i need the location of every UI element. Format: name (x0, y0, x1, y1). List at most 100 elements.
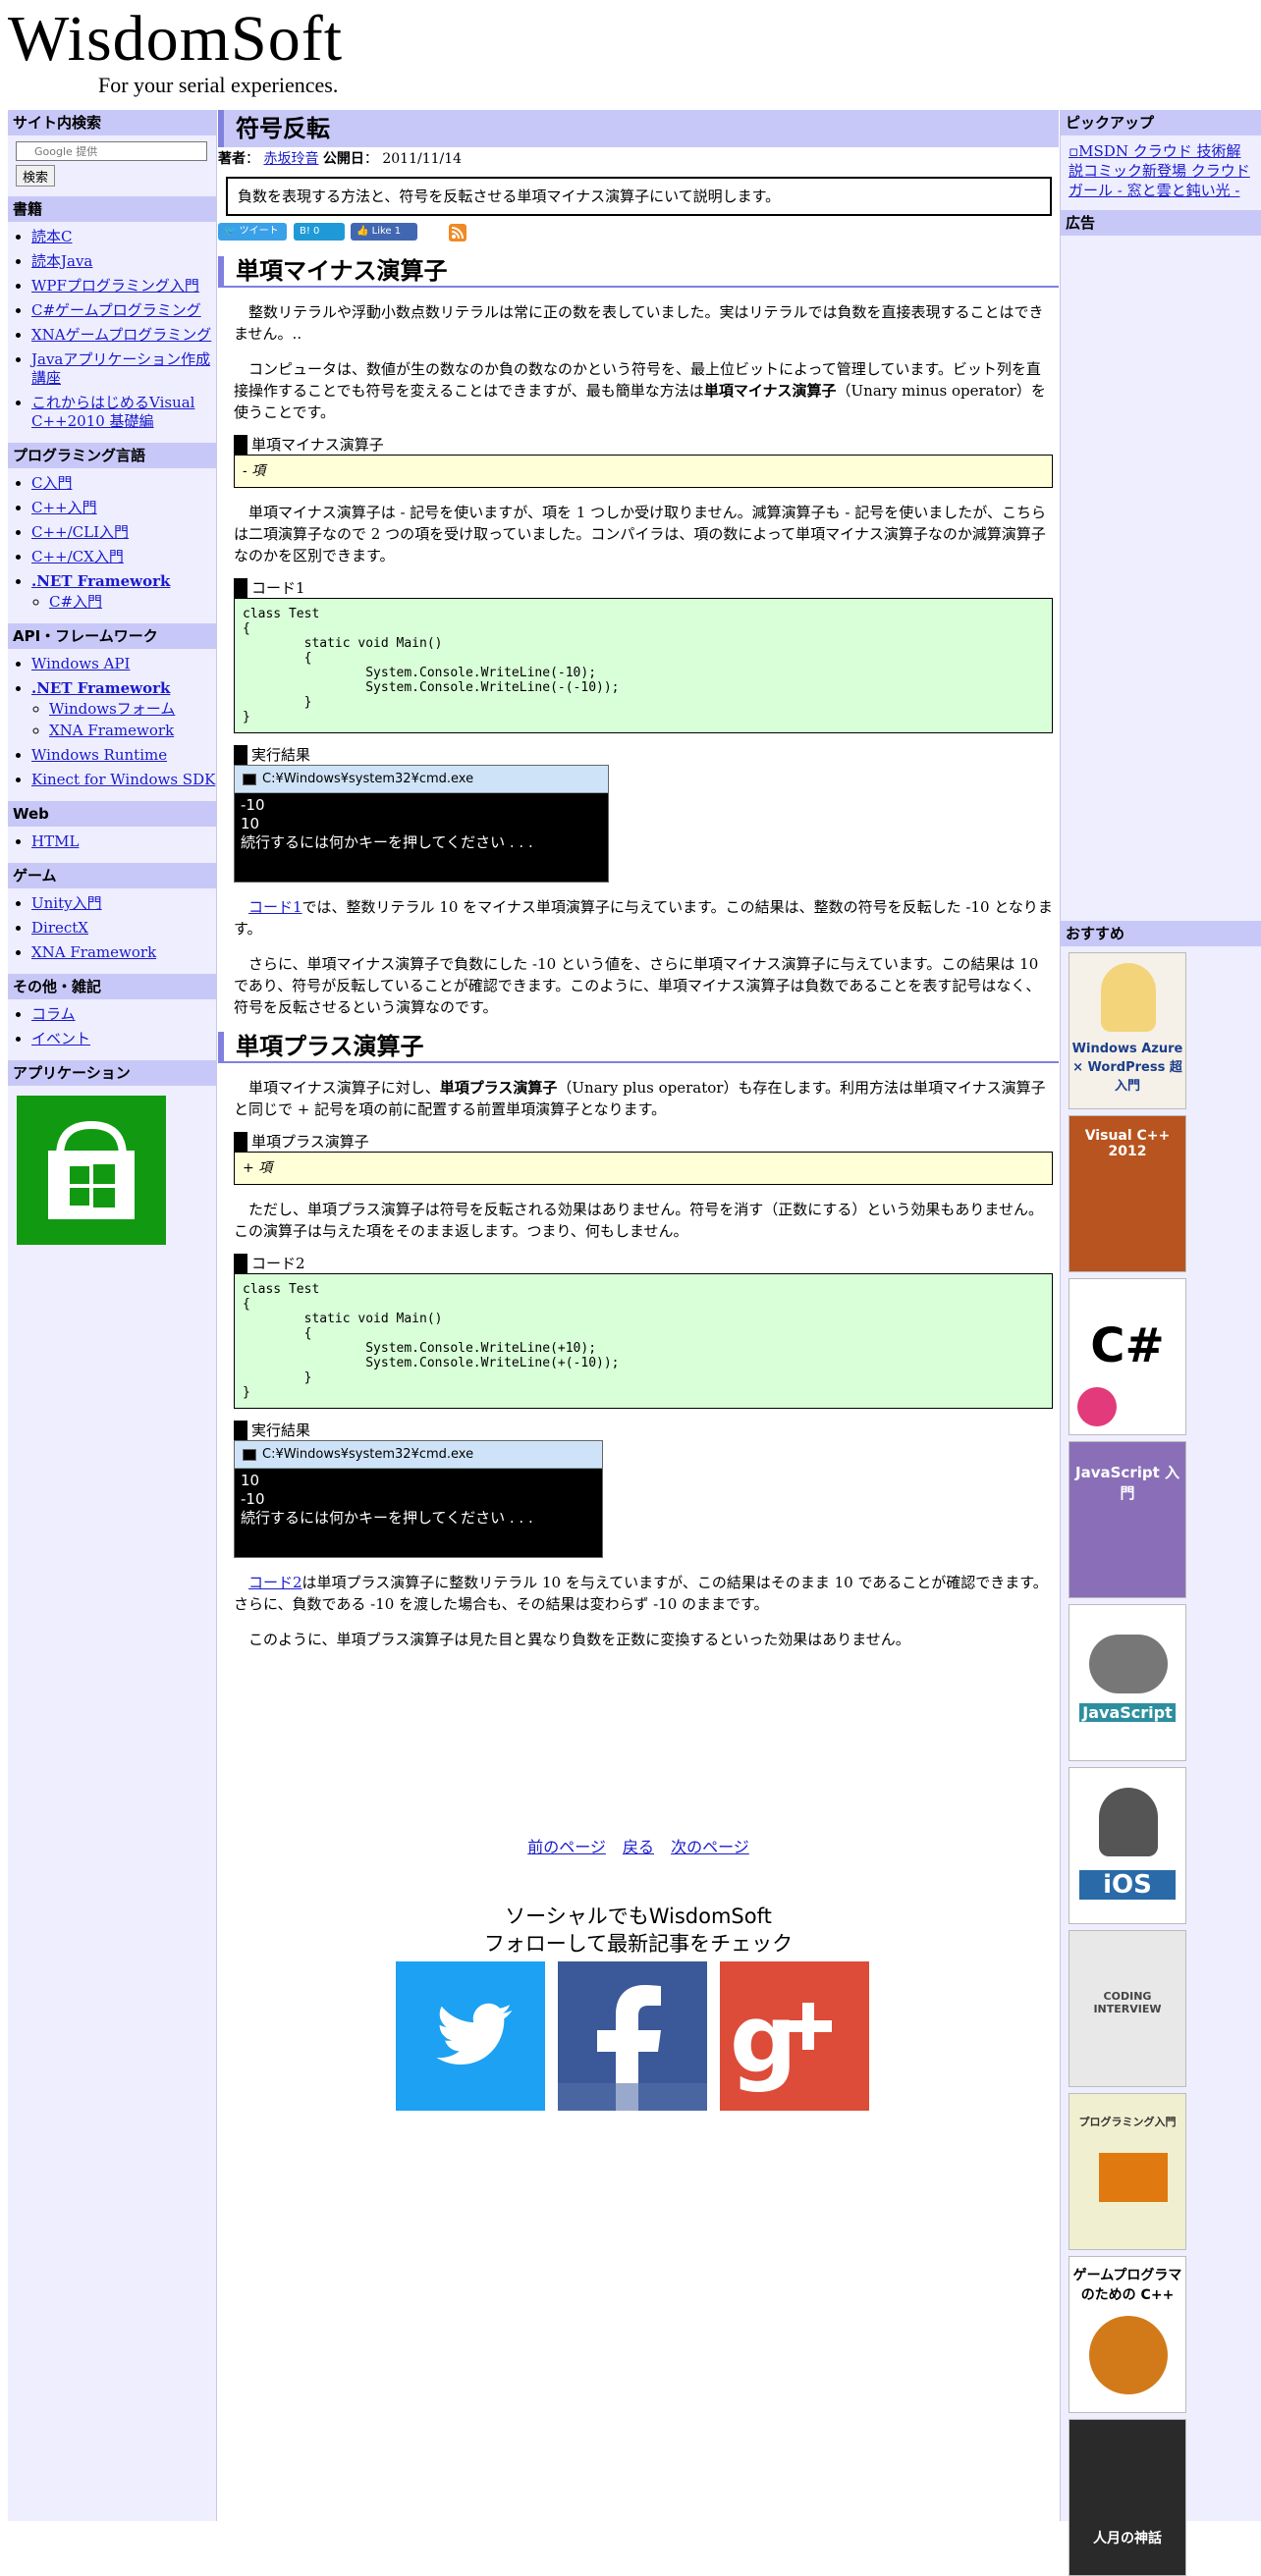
syntax-label: 単項マイナス演算子 (234, 435, 1059, 455)
book-cover[interactable]: CODING INTERVIEW (1069, 1930, 1186, 2087)
twitter-bird-icon: 🐦 (224, 226, 240, 237)
site-search: 検索 (8, 135, 216, 196)
next-page-link[interactable]: 次のページ (671, 1838, 749, 1856)
console-output: 10 -10 続行するには何かキーを押してください . . . (241, 1472, 533, 1527)
prev-page-link[interactable]: 前のページ (527, 1838, 606, 1856)
sidebar-item-csharp[interactable]: C#入門 (49, 593, 102, 611)
book-cover[interactable]: ゲームプログラマのための C++ (1069, 2256, 1186, 2413)
book-cover[interactable]: Windows Azure × WordPress 超入門 (1069, 952, 1186, 1109)
pickup-heading: ピックアップ (1061, 110, 1261, 135)
book-cover[interactable]: Visual C++ 2012 (1069, 1115, 1186, 1272)
cmd-icon (243, 1449, 256, 1461)
paragraph: 単項マイナス演算子は - 記号を使いますが、項を 1 つしか受け取りません。減算… (234, 504, 1046, 564)
books-heading: 書籍 (8, 196, 216, 222)
console-window: C:¥Windows¥system32¥cmd.exe 10 -10 続行するに… (234, 1440, 603, 1558)
pagination: 前のページ 戻る 次のページ (218, 1834, 1059, 1857)
paragraph: 整数リテラルや浮動小数点数リテラルは常に正の数を表していました。実はリテラルでは… (234, 303, 1044, 343)
paragraph: コード2は単項プラス演算子に整数リテラル 10 を与えていますが、この結果はその… (234, 1574, 1048, 1613)
sidebar-item-windows-api[interactable]: Windows API (31, 655, 130, 672)
sidebar-item-column[interactable]: コラム (31, 1005, 76, 1023)
book-cover[interactable]: JavaScript 入門 (1069, 1441, 1186, 1598)
sidebar-item-csharp-game[interactable]: C#ゲームプログラミング (31, 301, 201, 319)
share-buttons: 🐦 ツイート B! 0 👍 Like 1 (218, 223, 1059, 244)
sidebar-item-html[interactable]: HTML (31, 832, 79, 850)
sidebar-item-wpf[interactable]: WPFプログラミング入門 (31, 277, 199, 295)
article-summary: 負数を表現する方法と、符号を反転させる単項マイナス演算子にいて説明します。 (226, 177, 1052, 216)
api-list: Windows API .NET Framework Windowsフォーム X… (8, 655, 216, 789)
ad-heading: 広告 (1061, 210, 1261, 236)
facebook-icon[interactable] (558, 1961, 707, 2111)
sidebar-item-visual-cpp[interactable]: これからはじめるVisual C++2010 基礎編 (31, 394, 194, 430)
sidebar-item-directx[interactable]: DirectX (31, 919, 88, 937)
search-input[interactable] (16, 141, 207, 161)
code-block: class Test { static void Main() { System… (234, 1273, 1053, 1409)
sidebar-item-java-app[interactable]: Javaアプリケーション作成講座 (31, 350, 210, 387)
sidebar-item-dokuhon-c[interactable]: 読本C (31, 228, 72, 245)
console-output: -10 10 続行するには何かキーを押してください . . . (241, 796, 533, 851)
google-plus-icon[interactable]: g (720, 1961, 869, 2111)
syntax-label: 単項プラス演算子 (234, 1132, 1059, 1152)
sidebar-item-windows-runtime[interactable]: Windows Runtime (31, 746, 167, 764)
site-logo[interactable]: WisdomSoft (8, 4, 343, 75)
recommended-books: おすすめ Windows Azure × WordPress 超入門 Visua… (1061, 921, 1261, 2576)
sidebar-item-kinect[interactable]: Kinect for Windows SDK (31, 771, 215, 788)
sidebar-item-xna-game[interactable]: XNAゲームプログラミング (31, 326, 211, 344)
book-cover[interactable]: JavaScript (1069, 1604, 1186, 1761)
rss-icon[interactable] (449, 224, 466, 242)
sidebar-item-unity[interactable]: Unity入門 (31, 894, 102, 912)
recommend-heading: おすすめ (1061, 921, 1261, 946)
game-heading: ゲーム (8, 863, 216, 888)
search-button[interactable]: 検索 (16, 165, 56, 187)
tweet-button[interactable]: 🐦 ツイート (218, 223, 287, 241)
author-link[interactable]: 赤坂玲音 (263, 151, 318, 167)
book-cover[interactable]: C# (1069, 1278, 1186, 1435)
broken-image-icon: ▫ (1069, 142, 1079, 160)
sidebar-item-windows-forms[interactable]: Windowsフォーム (49, 700, 175, 718)
search-heading: サイト内検索 (8, 110, 216, 135)
article-meta: 著者： 赤坂玲音 公開日： 2011/11/14 (218, 151, 463, 167)
facebook-like-button[interactable]: 👍 Like 1 (351, 223, 417, 241)
main-content: 符号反転 著者： 赤坂玲音 公開日： 2011/11/14 負数を表現する方法と… (218, 110, 1059, 2521)
paragraph: さらに、単項マイナス演算子で負数にした -10 という値を、さらに単項マイナス演… (234, 955, 1041, 1016)
windows-store-icon[interactable] (17, 1096, 166, 1245)
back-link[interactable]: 戻る (623, 1838, 654, 1856)
sidebar-item-dotnet-framework[interactable]: .NET Framework (31, 679, 170, 697)
code-label: コード2 (234, 1254, 1059, 1273)
paragraph: コンピュータは、数値が生の数なのか負の数なのかという符号を、最上位ビットによって… (234, 360, 1046, 421)
cmd-icon (243, 774, 256, 785)
sidebar-item-cpp-cx[interactable]: C++/CX入門 (31, 548, 124, 565)
paragraph: コード1では、整数リテラル 10 をマイナス単項演算子に与えています。この結果は… (234, 898, 1053, 938)
code-label: コード1 (234, 578, 1059, 598)
sidebar-item-dotnet[interactable]: .NET Framework (31, 572, 170, 590)
book-cover[interactable]: 人月の神話 (1069, 2419, 1186, 2576)
code1-link[interactable]: コード1 (248, 898, 302, 916)
paragraph: 単項マイナス演算子に対し、単項プラス演算子（Unary plus operato… (234, 1079, 1046, 1118)
api-heading: API・フレームワーク (8, 623, 216, 649)
languages-list: C入門 C++入門 C++/CLI入門 C++/CX入門 .NET Framew… (8, 474, 216, 612)
sidebar-item-cpp-cli[interactable]: C++/CLI入門 (31, 523, 129, 541)
sidebar-item-dokuhon-java[interactable]: 読本Java (31, 252, 92, 270)
apps-heading: アプリケーション (8, 1060, 216, 1086)
console-title: C:¥Windows¥system32¥cmd.exe (262, 1447, 474, 1462)
sidebar-item-xna-framework[interactable]: XNA Framework (49, 722, 174, 739)
sidebar-item-xna-fw[interactable]: XNA Framework (31, 943, 156, 961)
section-heading-unary-minus: 単項マイナス演算子 (218, 256, 1059, 288)
sidebar-item-c[interactable]: C入門 (31, 474, 72, 492)
pickup-link[interactable]: ▫MSDN クラウド 技術解説コミック新登場 クラウド ガール - 窓と雲と鈍い… (1069, 141, 1253, 200)
syntax-box: - 項 (234, 455, 1053, 488)
sidebar-item-event[interactable]: イベント (31, 1030, 90, 1047)
sidebar-item-cpp[interactable]: C++入門 (31, 499, 97, 516)
code-block: class Test { static void Main() { System… (234, 598, 1053, 733)
author-label: 著者 (218, 151, 246, 167)
hatena-bookmark-button[interactable]: B! 0 (294, 223, 345, 241)
console-title: C:¥Windows¥system32¥cmd.exe (262, 772, 474, 786)
web-list: HTML (8, 832, 216, 851)
page-title: 符号反転 (218, 110, 1059, 147)
game-list: Unity入門 DirectX XNA Framework (8, 894, 216, 962)
book-cover[interactable]: プログラミング入門 (1069, 2093, 1186, 2250)
twitter-icon[interactable] (396, 1961, 545, 2111)
code2-link[interactable]: コード2 (248, 1574, 302, 1591)
right-sidebar: ピックアップ ▫MSDN クラウド 技術解説コミック新登場 クラウド ガール -… (1060, 110, 1261, 2576)
book-cover[interactable]: iOS (1069, 1767, 1186, 1924)
result-label: 実行結果 (234, 1421, 1059, 1440)
